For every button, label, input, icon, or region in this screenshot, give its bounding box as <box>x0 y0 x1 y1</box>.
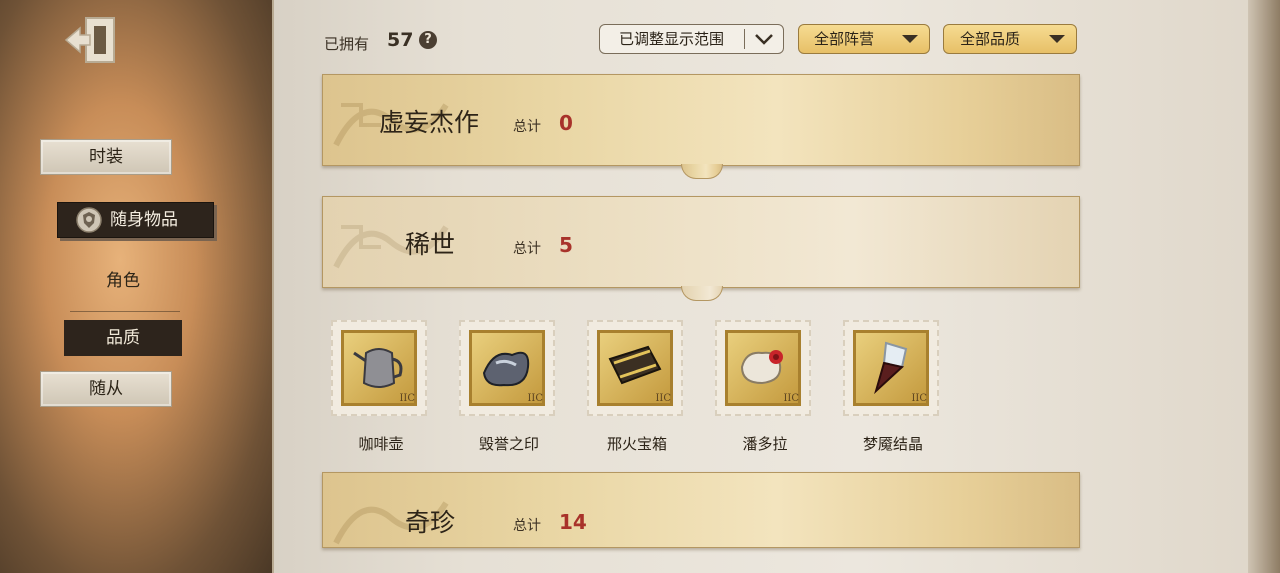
quality-filter-label: 全部品质 <box>959 30 1020 48</box>
item-name: 梦魇结晶 <box>862 435 923 453</box>
help-icon[interactable]: ? <box>419 31 437 49</box>
sidebar-item-label: 随从 <box>89 379 123 399</box>
exit-button[interactable] <box>64 12 120 68</box>
section-treasure[interactable]: 奇珍 总计 14 <box>322 472 1080 548</box>
sidebar-item-quality[interactable]: 品质 <box>64 320 182 356</box>
item-level: IIC <box>911 393 927 404</box>
item-level: IIC <box>527 393 543 404</box>
item-card[interactable]: IIC 毁誉之印 <box>455 320 563 453</box>
sidebar-item-follower[interactable]: 随从 <box>40 371 172 407</box>
sidebar-item-label: 时装 <box>89 147 123 167</box>
range-filter-dropdown[interactable]: 已调整显示范围 <box>599 24 784 54</box>
item-stamp-frame: IIC <box>331 320 427 416</box>
section-notch <box>681 164 723 179</box>
item-card[interactable]: IIC 潘多拉 <box>711 320 819 453</box>
section-title: 奇珍 <box>405 508 456 537</box>
owned-label: 已拥有 <box>324 35 370 53</box>
item-stamp-frame: IIC <box>715 320 811 416</box>
dropdown-separator <box>744 29 745 49</box>
section-title: 虚妄杰作 <box>379 108 480 137</box>
section-total-label: 总计 <box>513 119 541 135</box>
quality-filter-dropdown[interactable]: 全部品质 <box>943 24 1077 54</box>
section-total-label: 总计 <box>513 518 541 534</box>
item-name: 潘多拉 <box>742 435 788 453</box>
item-card[interactable]: IIC 邢火宝箱 <box>583 320 691 453</box>
section-title: 稀世 <box>405 230 456 259</box>
item-stamp-frame: IIC <box>459 320 555 416</box>
sidebar-item-character[interactable]: 角色 <box>64 266 182 291</box>
section-total-count: 14 <box>559 510 587 534</box>
item-stamp-frame: IIC <box>587 320 683 416</box>
exit-door-icon <box>64 17 115 63</box>
camp-filter-label: 全部阵营 <box>813 30 874 48</box>
chevron-down-icon <box>755 34 773 45</box>
item-level: IIC <box>783 393 799 404</box>
sidebar-item-accessories[interactable]: 随身物品 <box>57 202 214 238</box>
divider <box>70 311 180 312</box>
camp-filter-dropdown[interactable]: 全部阵营 <box>798 24 930 54</box>
section-total-count: 0 <box>559 111 573 135</box>
sidebar-item-outfit[interactable]: 时装 <box>40 139 172 175</box>
collection-panel: 已拥有 57 ? 已调整显示范围 全部阵营 全部品质 虚妄杰作 总计 0 稀世 … <box>272 0 1250 573</box>
item-name: 毁誉之印 <box>478 435 539 453</box>
section-rare[interactable]: 稀世 总计 5 <box>322 196 1080 301</box>
shield-badge-icon <box>76 207 102 233</box>
item-name: 邢火宝箱 <box>606 435 667 453</box>
item-level: IIC <box>399 393 415 404</box>
left-sidebar: 时装 随身物品 角色 品质 随从 <box>0 0 272 573</box>
section-masterpiece[interactable]: 虚妄杰作 总计 0 <box>322 74 1080 179</box>
section-total-label: 总计 <box>513 241 541 257</box>
item-name: 咖啡壶 <box>358 435 404 453</box>
right-frame-edge <box>1248 0 1280 573</box>
item-card[interactable]: IIC 梦魇结晶 <box>839 320 947 453</box>
range-filter-label: 已调整显示范围 <box>618 30 724 48</box>
chevron-down-icon <box>1049 35 1065 43</box>
chevron-down-icon <box>902 35 918 43</box>
item-stamp-frame: IIC <box>843 320 939 416</box>
item-card[interactable]: IIC 咖啡壶 <box>327 320 435 453</box>
sidebar-item-label: 随身物品 <box>110 210 178 230</box>
section-notch <box>681 286 723 301</box>
section-total-count: 5 <box>559 233 573 257</box>
owned-count: 57 <box>387 29 414 51</box>
item-level: IIC <box>655 393 671 404</box>
